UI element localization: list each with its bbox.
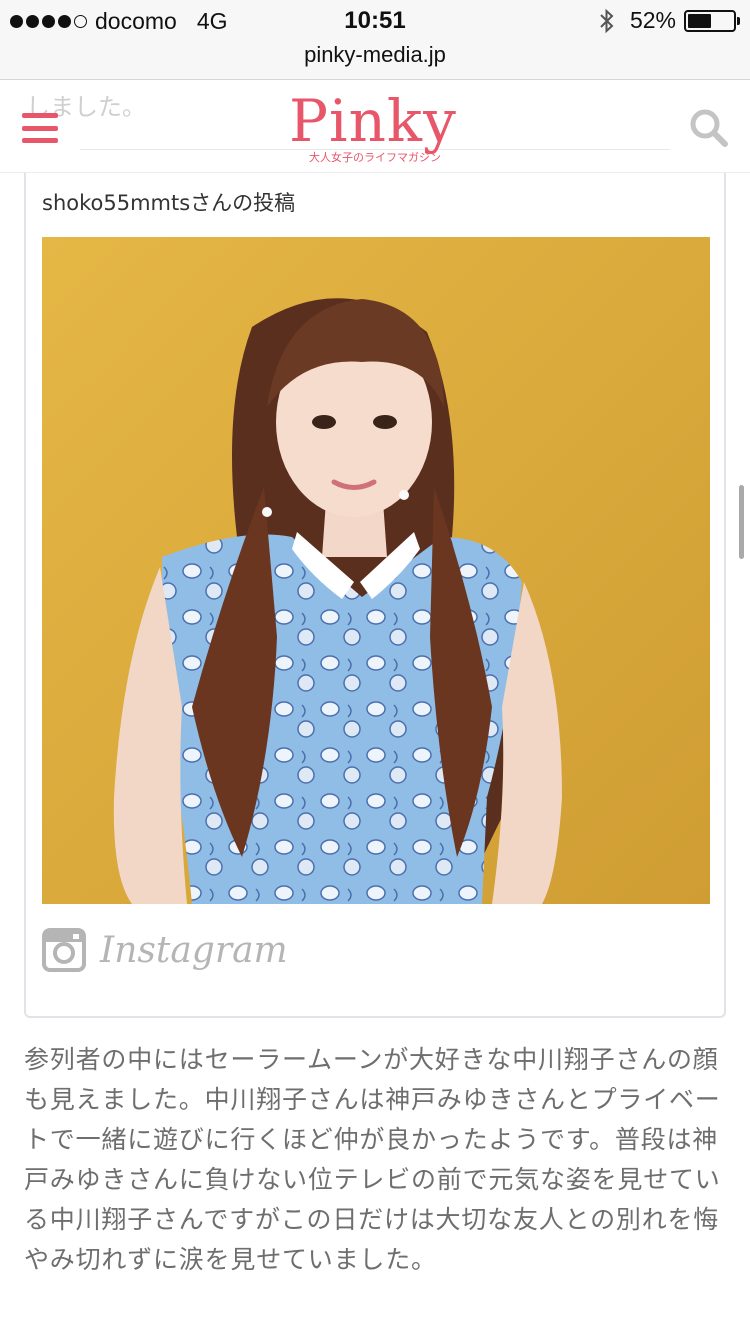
instagram-wordmark: Instagram (100, 929, 288, 971)
menu-line (22, 125, 58, 131)
site-header: しました。 Pinky 大人女子のライフマガジン (0, 81, 750, 173)
battery-icon (684, 9, 740, 32)
logo-tagline: 大人女子のライフマガジン (309, 151, 441, 164)
logo-wordmark: Pinky (289, 87, 457, 155)
url-text[interactable]: pinky-media.jp (304, 42, 446, 67)
instagram-link[interactable]: Instagram (42, 928, 288, 972)
hamburger-menu-icon[interactable] (22, 113, 58, 143)
address-bar[interactable]: pinky-media.jp (0, 40, 750, 80)
battery-fill (688, 13, 711, 28)
portrait-illustration (42, 237, 710, 904)
battery-percent: 52% (629, 7, 676, 33)
instagram-icon (42, 928, 86, 972)
bluetooth-icon (600, 8, 614, 33)
status-bar-right: 52% (598, 7, 740, 34)
search-icon[interactable] (688, 107, 730, 149)
menu-line (22, 113, 58, 118)
scrollbar[interactable] (739, 485, 744, 559)
embed-caption[interactable]: shoko55mmtsさんの投稿 (42, 187, 295, 217)
instagram-embed[interactable]: shoko55mmtsさんの投稿 Instagram (24, 173, 726, 1018)
embed-photo[interactable] (42, 237, 710, 904)
article-paragraph: 参列者の中にはセーラームーンが大好きな中川翔子さんの顔も見えました。中川翔子さん… (24, 1045, 721, 1274)
site-logo[interactable]: Pinky 大人女子のライフマガジン (285, 87, 465, 167)
status-bar: docomo 4G 10:51 52% (0, 0, 750, 40)
menu-line (22, 138, 58, 143)
